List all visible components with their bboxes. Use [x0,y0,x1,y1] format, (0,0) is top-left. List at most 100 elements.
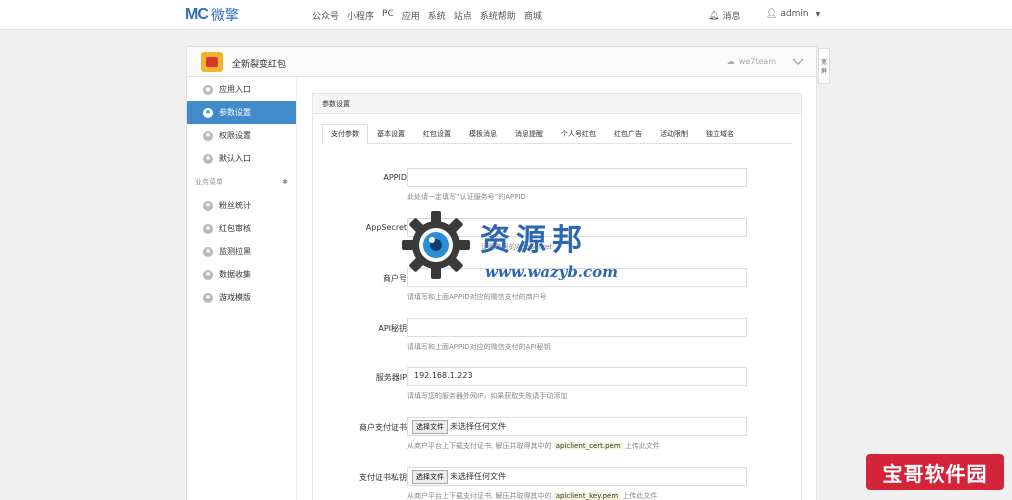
nav-item-store[interactable]: 商城 [524,9,542,22]
nav-item-site[interactable]: 站点 [454,9,472,22]
bell-icon: 🔔︎ [708,10,720,21]
widescreen-label-1: 宽 [820,59,827,66]
sidebar-item-data-collect[interactable]: ✱ 数据收集 [187,263,296,286]
sidebar-item-label: 监测拉黑 [219,247,251,256]
tab-basic-settings[interactable]: 基本设置 [368,124,414,144]
nav-item-miniapp[interactable]: 小程序 [347,9,374,22]
logo[interactable]: MC 微擎 [185,5,239,25]
sidebar-item-params[interactable]: ✱ 参数设置 [187,101,296,124]
key-help-post: 上传此文件 [622,492,658,500]
gear-icon: ✱ [203,246,213,257]
watermark: 资源邦 www.wazyb.com [400,209,635,291]
tab-personal-redpacket[interactable]: 个人号红包 [552,124,605,144]
gear-icon: ✱ [203,107,213,118]
cert-filename: apiclient_cert.pem [553,442,623,450]
chevron-down-icon [792,58,804,65]
account-switcher[interactable]: ☁︎ we7team [727,57,804,66]
sidebar-item-fans[interactable]: ✱ 粉丝统计 [187,194,296,217]
logo-text: 微擎 [210,8,239,24]
sidebar-group-header: 业务菜单 ✱ [187,170,296,194]
choose-file-button[interactable]: 选择文件 [412,470,448,484]
sidebar-item-review[interactable]: ✱ 红包审核 [187,217,296,240]
cert-help-post: 上传此文件 [624,442,660,450]
user-menu[interactable]: 👤︎ admin ▼ [766,9,820,19]
nav-item-system[interactable]: 系统 [428,9,446,22]
api-key-input[interactable] [407,318,747,337]
nav-item-pc[interactable]: PC [382,9,394,22]
tab-redpacket-settings[interactable]: 红包设置 [414,124,460,144]
gear-eye-icon [402,211,470,279]
tab-message-alert[interactable]: 消息提醒 [506,124,552,144]
gear-icon: ✱ [203,269,213,280]
settings-card: 参数设置 支付参数 基本设置 红包设置 模板消息 消息提醒 个人号红包 红包广告… [312,93,802,500]
notifications-link[interactable]: 🔔︎ 消息 [708,9,741,23]
notifications-label: 消息 [722,12,741,22]
sidebar-item-label: 粉丝统计 [219,201,251,210]
key-label: 支付证书私钥 [359,473,407,482]
app-title: 全新裂变红包 [232,60,287,70]
sidebar-item-blacklist[interactable]: ✱ 监测拉黑 [187,240,296,263]
sidebar-item-label: 参数设置 [219,108,251,117]
sidebar-item-label: 红包审核 [219,224,251,233]
cert-file-input[interactable]: 选择文件 未选择任何文件 [407,417,747,436]
gear-icon: ✱ [203,292,213,303]
caret-down-icon: ▼ [815,10,821,18]
user-icon: 👤︎ [766,9,778,19]
sidebar-item-label: 权限设置 [219,131,251,140]
site-badge: 宝哥软件园 [866,454,1004,490]
wechat-icon: ☁︎ [726,57,735,66]
key-help: 从商户平台上下载支付证书, 解压并取得其中的 apiclient_key.pem… [407,491,657,500]
appid-input[interactable] [407,168,747,187]
gear-icon: ✱ [203,130,213,141]
cert-help-pre: 从商户平台上下载支付证书, 解压并取得其中的 [407,442,552,450]
logo-mark: MC [185,6,209,23]
gear-icon: ✱ [203,200,213,211]
chat-icon: ● [203,84,213,95]
merchant-id-help: 请填写和上面APPID对应的微信支付的商户号 [407,293,547,301]
gear-icon: ✱ [203,153,213,164]
nav-item-apps[interactable]: 应用 [402,9,420,22]
tab-activity-limits[interactable]: 活动限制 [651,124,697,144]
sidebar-group-title: 业务菜单 [195,178,223,186]
watermark-url: www.wazyb.com [485,263,619,281]
server-ip-help: 请填写您的服务器外网IP，如果获取失败请手动添加 [407,392,568,400]
watermark-text: 资源邦 [480,223,588,258]
key-help-pre: 从商户平台上下载支付证书, 解压并取得其中的 [407,492,552,500]
file-status: 未选择任何文件 [450,472,506,481]
tab-custom-domain[interactable]: 独立域名 [697,124,743,144]
widescreen-toggle[interactable]: 宽 屏 [818,48,830,84]
cert-help: 从商户平台上下载支付证书, 解压并取得其中的 apiclient_cert.pe… [407,441,660,451]
settings-icon[interactable]: ✱ [282,178,288,186]
server-ip-label: 服务器IP [375,373,407,382]
cert-label: 商户支付证书 [359,423,407,432]
sidebar-item-game-template[interactable]: ✱ 游戏模版 [187,286,296,309]
module-header: 全新裂变红包 ☁︎ we7team [187,47,816,77]
key-file-input[interactable]: 选择文件 未选择任何文件 [407,467,747,486]
appid-help: 此处请一定填写“认证服务号”的APPID [407,193,526,201]
nav-item-mp[interactable]: 公众号 [312,9,339,22]
server-ip-input[interactable]: 192.168.1.223 [407,367,747,386]
nav-item-help[interactable]: 系统帮助 [480,9,516,22]
sidebar-item-label: 应用入口 [219,85,251,94]
tab-template-message[interactable]: 模板消息 [460,124,506,144]
api-key-label: API秘钥 [378,324,407,333]
api-key-help: 请填写和上面APPID对应的微信支付的API秘钥 [407,343,551,351]
choose-file-button[interactable]: 选择文件 [412,420,448,434]
sidebar-item-label: 游戏模版 [219,293,251,302]
widescreen-label-2: 屏 [820,68,827,75]
user-name: admin [780,9,809,19]
tab-payment-params[interactable]: 支付参数 [322,124,368,144]
tab-redpacket-ads[interactable]: 红包广告 [605,124,651,144]
appid-label: APPID [383,173,407,182]
sidebar-item-default-entry[interactable]: ✱ 默认入口 [187,147,296,170]
sidebar-item-permissions[interactable]: ✱ 权限设置 [187,124,296,147]
settings-card-title: 参数设置 [313,94,801,114]
settings-tabs: 支付参数 基本设置 红包设置 模板消息 消息提醒 个人号红包 红包广告 活动限制… [322,124,792,144]
module-sidebar: ● 应用入口 ✱ 参数设置 ✱ 权限设置 ✱ 默认入口 业务菜单 ✱ ✱ 粉丝统… [187,78,297,500]
key-filename: apiclient_key.pem [553,492,621,500]
top-navbar: MC 微擎 公众号 小程序 PC 应用 系统 站点 系统帮助 商城 🔔︎ 消息 … [0,0,1012,30]
sidebar-item-label: 数据收集 [219,270,251,279]
file-status: 未选择任何文件 [450,422,506,431]
sidebar-item-entry[interactable]: ● 应用入口 [187,78,296,101]
gear-icon: ✱ [203,223,213,234]
